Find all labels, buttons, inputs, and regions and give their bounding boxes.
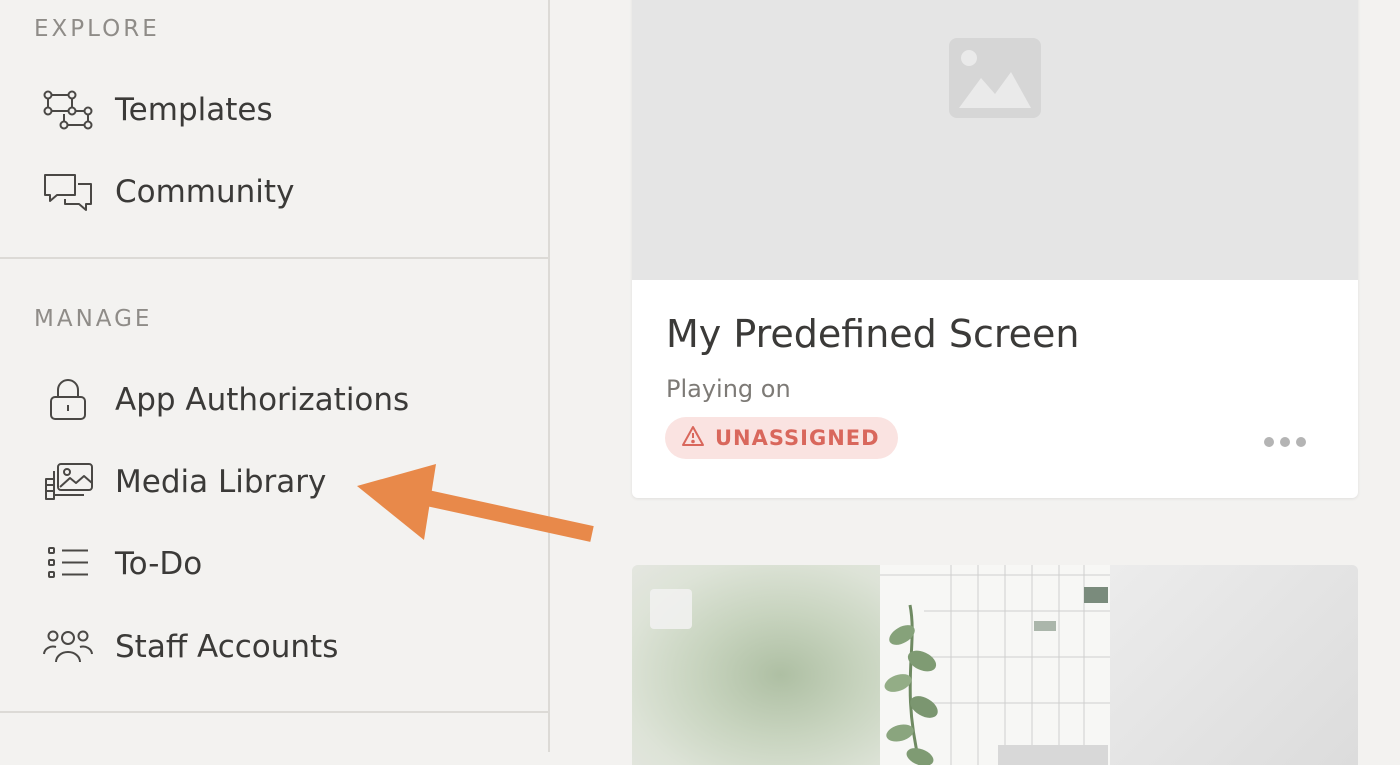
status-badge-text: UNASSIGNED <box>715 426 880 450</box>
screen-title: My Predefined Screen <box>666 312 1080 356</box>
template-thumbnail-gray <box>1110 565 1358 765</box>
sidebar-item-community[interactable]: Community <box>42 162 294 222</box>
playing-on-label: Playing on <box>666 375 791 403</box>
more-dot <box>1296 437 1306 447</box>
sidebar-item-label: Staff Accounts <box>115 629 339 665</box>
templates-icon <box>42 88 96 132</box>
sidebar-item-templates[interactable]: Templates <box>42 80 273 140</box>
sidebar-item-label: Media Library <box>115 464 327 500</box>
more-dot <box>1264 437 1274 447</box>
sidebar-item-media-library[interactable]: Media Library <box>42 452 326 512</box>
sidebar-item-label: Community <box>115 174 295 210</box>
screen-card[interactable]: My Predefined Screen Playing on UNASSIGN… <box>632 0 1358 498</box>
media-library-icon <box>42 460 96 504</box>
explore-section-label: EXPLORE <box>34 16 160 42</box>
main-content: My Predefined Screen Playing on UNASSIGN… <box>550 0 1400 765</box>
more-dot <box>1280 437 1290 447</box>
more-options-button[interactable] <box>1264 430 1308 454</box>
sidebar-item-label: Templates <box>115 92 273 128</box>
image-placeholder-icon <box>949 38 1041 118</box>
sidebar-divider <box>0 257 548 259</box>
sidebar-divider <box>0 711 548 713</box>
lock-icon <box>42 378 96 422</box>
sidebar: EXPLORE Templates Community MANAGE App A… <box>0 0 550 752</box>
todo-list-icon <box>42 542 96 586</box>
sidebar-item-todo[interactable]: To-Do <box>42 534 202 594</box>
select-checkbox[interactable] <box>650 589 692 629</box>
warning-icon <box>681 425 705 451</box>
template-card-preview[interactable] <box>632 565 1358 765</box>
status-badge: UNASSIGNED <box>665 417 898 459</box>
sidebar-item-label: App Authorizations <box>115 382 410 418</box>
template-thumbnail-plant <box>632 565 880 765</box>
manage-section-label: MANAGE <box>34 306 153 332</box>
sidebar-item-staff-accounts[interactable]: Staff Accounts <box>42 617 338 677</box>
sidebar-item-app-authorizations[interactable]: App Authorizations <box>42 370 409 430</box>
sidebar-item-label: To-Do <box>115 546 203 582</box>
template-thumbnail-calendar <box>880 565 1110 765</box>
users-icon <box>42 625 96 669</box>
community-icon <box>42 170 96 214</box>
screen-thumbnail <box>632 0 1358 280</box>
